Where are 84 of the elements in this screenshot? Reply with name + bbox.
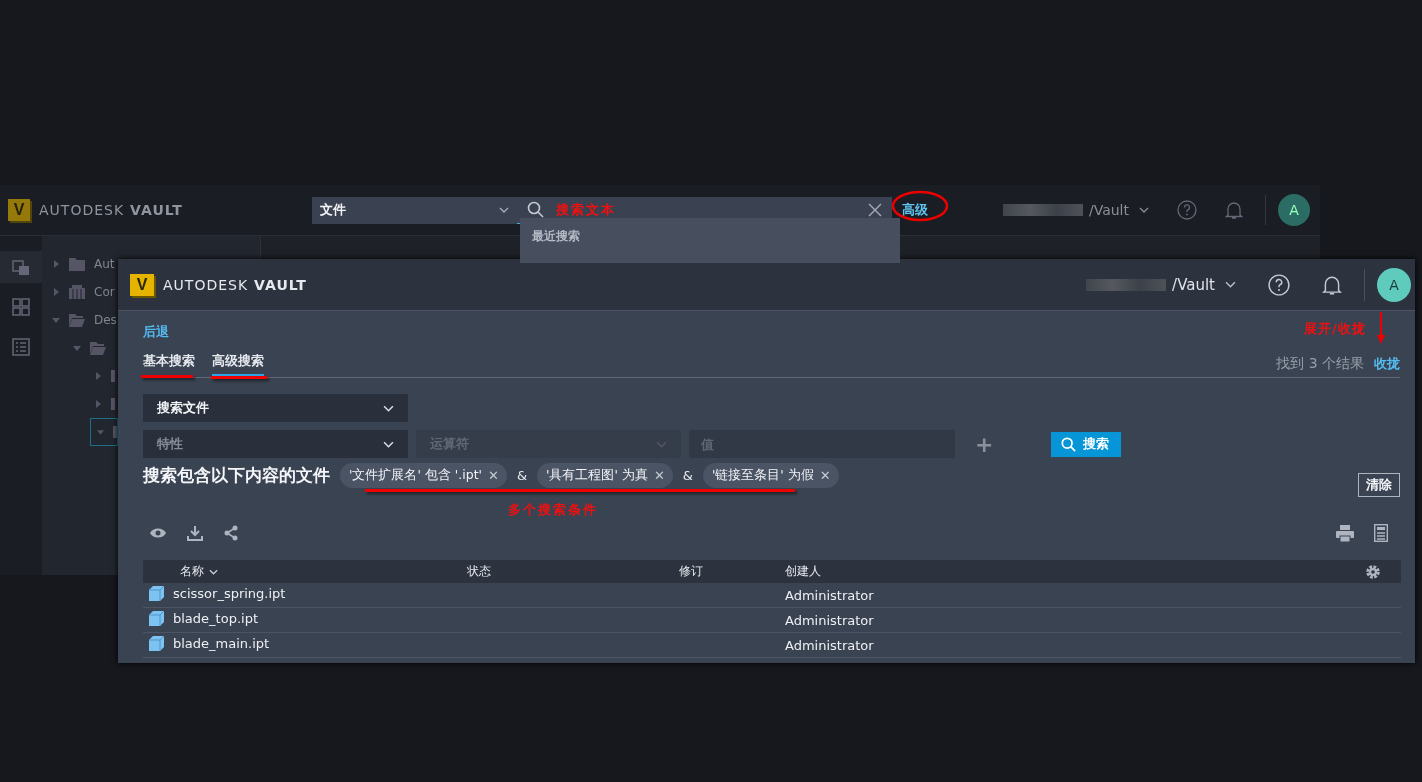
expander-icon[interactable]: [52, 260, 60, 268]
table-cell: Administrator: [785, 637, 874, 653]
expander-icon[interactable]: [97, 428, 104, 436]
expander-icon[interactable]: [73, 344, 81, 352]
expander-icon[interactable]: [94, 400, 102, 408]
rail-icon[interactable]: [0, 251, 42, 283]
chevron-icon: [383, 404, 394, 412]
brand-product: VAULT: [254, 276, 307, 293]
criterion-label: '链接至条目' 为假: [711, 466, 814, 484]
tree-item[interactable]: Aut: [94, 257, 115, 271]
joiner: &: [516, 467, 528, 483]
expander-icon[interactable]: [94, 372, 102, 380]
chevron-icon: [499, 207, 509, 213]
folder-icon: [69, 257, 85, 271]
download-icon[interactable]: [187, 525, 203, 541]
open-folder-icon: [90, 341, 106, 355]
column-header[interactable]: 名称: [180, 563, 218, 580]
annotation-underline: [211, 376, 267, 379]
avatar[interactable]: A: [1278, 194, 1310, 226]
chevron-icon: [1139, 207, 1149, 213]
calculator-icon[interactable]: [1374, 524, 1388, 542]
chevron-icon: [1225, 281, 1236, 288]
search-icon: [527, 201, 544, 218]
item-icon: [111, 398, 115, 410]
result-count: 找到 3 个结果: [1276, 355, 1364, 373]
criteria-heading: 搜索包含以下内容的文件: [143, 463, 330, 487]
remove-button[interactable]: ✕: [488, 467, 499, 483]
scope-select[interactable]: 文件: [312, 196, 517, 224]
scope-select[interactable]: 搜索文件: [143, 394, 408, 422]
table-cell: Administrator: [785, 612, 874, 628]
vault-logo: V: [130, 273, 154, 296]
part-file-icon: [149, 636, 164, 651]
library-icon: [69, 285, 85, 299]
part-file-icon: [149, 611, 164, 626]
file-name[interactable]: scissor_spring.ipt: [173, 586, 286, 601]
search-button[interactable]: 搜索: [1051, 431, 1122, 457]
remove-button[interactable]: ✕: [653, 467, 665, 483]
annotation-text: 搜索文本: [556, 200, 616, 219]
settings-icon[interactable]: [1365, 563, 1381, 580]
item-icon: [113, 426, 117, 438]
table-cell: Administrator: [785, 587, 874, 603]
server-name[interactable]: /Vault: [1172, 275, 1215, 294]
collapse-link[interactable]: 收拢: [1374, 355, 1400, 373]
selected-tree-row[interactable]: [90, 418, 118, 446]
expander-icon[interactable]: [52, 316, 60, 324]
server-name[interactable]: /Vault: [1088, 202, 1129, 218]
annotation-ellipse: [891, 190, 949, 222]
avatar[interactable]: A: [1377, 267, 1411, 302]
brand-company: AUTODESK: [39, 202, 125, 218]
annotation-text: 多个搜索条件: [508, 501, 598, 519]
add-button[interactable]: +: [969, 431, 1000, 457]
share-icon[interactable]: [223, 525, 239, 541]
back-link[interactable]: 后退: [143, 323, 169, 341]
annotation-text: 展开/收拢: [1304, 320, 1366, 338]
eye-icon[interactable]: [149, 527, 167, 539]
vault-logo: V: [8, 199, 30, 221]
chevron-icon: [656, 440, 667, 448]
expander-icon[interactable]: [52, 288, 60, 296]
brand-company: AUTODESK: [163, 276, 249, 293]
chevron-icon: [383, 440, 394, 448]
tab[interactable]: 基本搜索: [143, 352, 195, 376]
column-header[interactable]: 状态: [467, 563, 491, 580]
column-header[interactable]: 修订: [679, 563, 703, 580]
column-header[interactable]: 创建人: [785, 563, 821, 580]
recent-heading: 最近搜索: [532, 229, 580, 243]
remove-button[interactable]: ✕: [819, 467, 831, 483]
joiner: &: [682, 467, 693, 483]
tree-item[interactable]: Des: [94, 313, 117, 327]
annotation-underline: [141, 375, 193, 378]
criterion-label: '具有工程图' 为真: [546, 466, 648, 484]
open-folder-icon: [69, 313, 85, 327]
clear-button[interactable]: 清除: [1358, 473, 1400, 497]
item-icon: [111, 370, 115, 382]
criterion-label: '文件扩展名' 包含 '.ipt': [349, 466, 482, 484]
property-select[interactable]: 特性: [143, 430, 408, 458]
close-icon[interactable]: [868, 202, 882, 217]
annotation-arrow: [1376, 312, 1386, 344]
part-file-icon: [149, 586, 164, 601]
print-icon[interactable]: [1336, 524, 1354, 542]
search-icon: [1061, 436, 1077, 452]
tree-item[interactable]: Cor: [94, 285, 115, 299]
file-name[interactable]: blade_main.ipt: [173, 636, 270, 651]
brand-product: VAULT: [130, 202, 183, 218]
file-name[interactable]: blade_top.ipt: [173, 611, 258, 626]
